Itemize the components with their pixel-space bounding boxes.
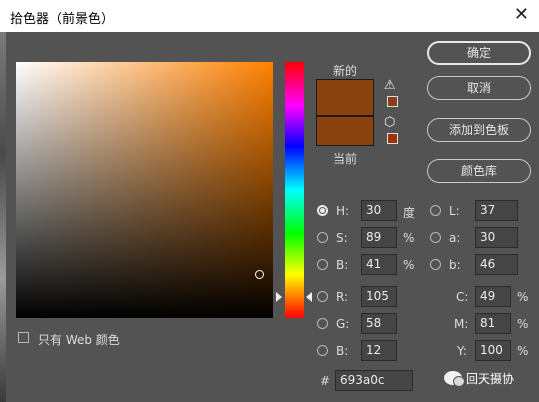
h-input[interactable]: 30 [361, 200, 397, 221]
web-only-label: 只有 Web 颜色 [38, 333, 120, 347]
cancel-button[interactable]: 取消 [427, 76, 531, 100]
radio-h[interactable] [317, 205, 328, 216]
watermark-text: 回天摄协 [466, 371, 515, 386]
m-label: M: [454, 317, 469, 331]
color-libraries-button[interactable]: 颜色库 [427, 159, 531, 183]
hex-label: # [320, 374, 331, 388]
color-field[interactable] [16, 62, 273, 318]
y-label: Y: [457, 344, 467, 358]
brightness-unit: % [403, 258, 415, 272]
out-of-gamut-warning-icon[interactable]: ⚠ [384, 78, 396, 93]
web-safe-swatch[interactable] [387, 133, 398, 144]
radio-lab-b[interactable] [430, 259, 441, 270]
brightness-label: B: [336, 258, 349, 272]
radio-l[interactable] [430, 205, 441, 216]
radio-s[interactable] [317, 232, 328, 243]
brightness-input[interactable]: 41 [361, 254, 397, 275]
color-field-marker[interactable] [255, 270, 264, 279]
l-label: L: [449, 204, 460, 218]
s-label: S: [336, 231, 348, 245]
l-input[interactable]: 37 [475, 200, 518, 221]
a-label: a: [449, 231, 461, 245]
current-color-swatch[interactable] [316, 116, 374, 146]
new-color-label: 新的 [333, 64, 358, 78]
radio-r[interactable] [317, 291, 328, 302]
h-label: H: [336, 204, 350, 218]
y-input[interactable]: 100 [475, 340, 511, 361]
chat-bubble-icon [444, 371, 465, 387]
c-input[interactable]: 49 [475, 286, 511, 307]
radio-b[interactable] [317, 259, 328, 270]
r-input[interactable]: 105 [361, 286, 397, 307]
y-unit: % [517, 344, 529, 358]
hue-slider-right-handle[interactable] [306, 292, 312, 302]
radio-rgb-b[interactable] [317, 345, 328, 356]
window-title: 拾色器（前景色） [10, 12, 115, 27]
add-to-swatches-button[interactable]: 添加到色板 [427, 118, 531, 142]
a-input[interactable]: 30 [475, 227, 518, 248]
h-unit: 度 [403, 206, 416, 220]
c-label: C: [456, 290, 469, 304]
hex-input[interactable]: 693a0c [335, 370, 413, 391]
close-icon[interactable]: ✕ [514, 4, 529, 25]
hue-slider-left-handle[interactable] [276, 292, 282, 302]
hue-slider[interactable] [285, 62, 304, 318]
rgb-b-label: B: [336, 344, 349, 358]
m-input[interactable]: 81 [475, 313, 511, 334]
r-label: R: [336, 290, 349, 304]
s-unit: % [403, 231, 415, 245]
m-unit: % [517, 317, 529, 331]
c-unit: % [517, 290, 529, 304]
ok-button[interactable]: 确定 [427, 41, 531, 65]
lab-b-label: b: [449, 258, 461, 272]
g-label: G: [336, 317, 350, 331]
background-strip [0, 32, 6, 402]
gamut-correction-swatch[interactable] [387, 96, 398, 107]
new-color-swatch [316, 79, 374, 116]
s-input[interactable]: 89 [361, 227, 397, 248]
radio-a[interactable] [430, 232, 441, 243]
rgb-b-input[interactable]: 12 [361, 340, 397, 361]
radio-g[interactable] [317, 318, 328, 329]
lab-b-input[interactable]: 46 [475, 254, 518, 275]
title-bar: 拾色器（前景色） ✕ [0, 0, 539, 32]
web-safe-warning-icon[interactable]: ⬡ [384, 115, 395, 130]
web-only-checkbox[interactable] [18, 332, 29, 343]
watermark: 回天摄协 [444, 367, 514, 389]
g-input[interactable]: 58 [361, 313, 397, 334]
current-color-label: 当前 [333, 152, 358, 166]
